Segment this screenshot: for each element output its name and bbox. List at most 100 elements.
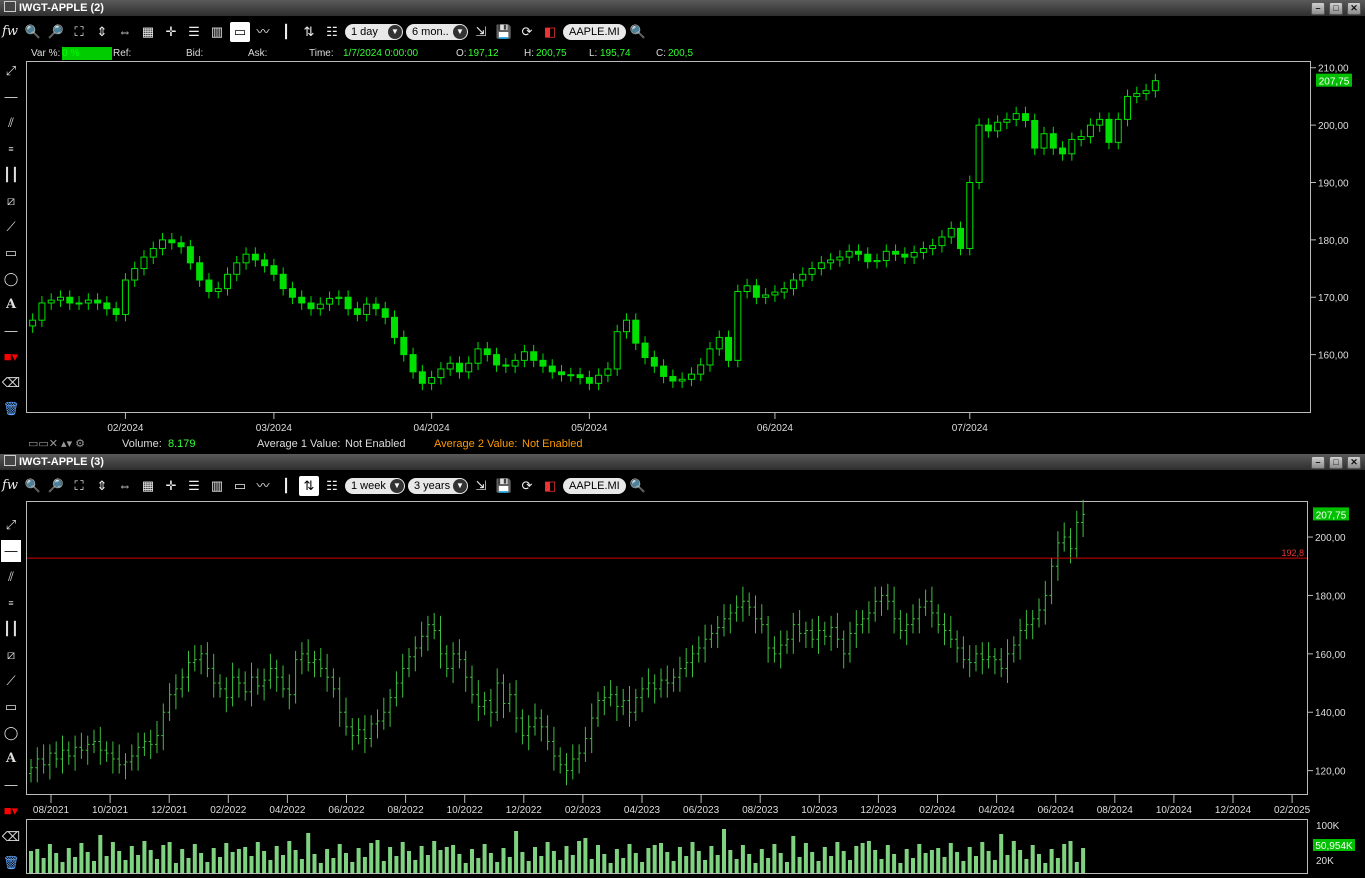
candle-body (168, 239, 176, 244)
volume-bar (766, 858, 771, 873)
volume-bar (104, 856, 109, 873)
volume-bar (1068, 841, 1073, 873)
y-tick-label: 200,00 (1318, 121, 1349, 132)
volume-bar (432, 841, 437, 873)
candle-body (1077, 136, 1085, 140)
candle-body (316, 303, 324, 310)
volume-bar (199, 853, 204, 873)
volume-bar (180, 849, 185, 873)
candle-body (734, 291, 742, 361)
last-price-label: 207,75 (1319, 77, 1350, 88)
volume-bar (482, 844, 487, 873)
volume-bar (1043, 863, 1048, 873)
candle-body (919, 247, 927, 253)
candle-body (455, 362, 463, 373)
volume-value-label: 50,954K (1315, 841, 1353, 852)
candle-body (140, 256, 148, 270)
candle-body (84, 299, 92, 304)
x-tick-label: 02/2022 (210, 805, 247, 816)
volume-bar (79, 843, 84, 873)
volume-bar (192, 844, 197, 873)
volume-bar (1074, 862, 1079, 873)
volume-bar (577, 841, 582, 873)
candle-body (261, 259, 269, 267)
y-tick-label: 160,00 (1315, 650, 1346, 661)
volume-bar (186, 858, 191, 873)
volume-bar (243, 847, 248, 873)
volume-bar (848, 860, 852, 873)
volume-bar (740, 845, 745, 873)
candle-body (149, 247, 157, 258)
x-tick-label: 04/2023 (624, 805, 661, 816)
volume-bar (999, 834, 1004, 873)
volume-bar (696, 851, 701, 873)
volume-bar (293, 850, 298, 873)
volume-bar (772, 844, 777, 873)
volume-bar (230, 852, 235, 873)
candle-body (103, 302, 111, 310)
x-tick-label: 07/2024 (952, 423, 989, 434)
candle-body (1049, 133, 1057, 149)
candle-body (418, 371, 426, 384)
volume-bar (974, 856, 978, 873)
candle-body (780, 288, 788, 293)
volume-bar (325, 849, 330, 873)
volume-bar (551, 851, 556, 873)
candle-body (372, 303, 380, 310)
volume-bar (803, 843, 808, 873)
panel-buttons-icon[interactable]: ▭▭✕ ▴▾ ⚙ (28, 437, 85, 451)
volume-tick-label: 20K (1316, 856, 1334, 867)
candle-body (428, 377, 436, 384)
volume-bar (47, 844, 52, 873)
candle-body (743, 285, 751, 293)
volume-bar (961, 861, 966, 873)
candle-body (307, 302, 315, 310)
candle-body (576, 374, 584, 379)
candle-body (1040, 133, 1048, 149)
volume-bar (866, 841, 871, 873)
candle-body (771, 291, 779, 296)
x-tick-label: 02/2025 (1274, 805, 1311, 816)
volume-bar (381, 861, 386, 873)
volume-bar (85, 852, 90, 873)
x-tick-label: 02/2023 (565, 805, 602, 816)
volume-bar (457, 854, 462, 873)
volume-bar (312, 854, 317, 873)
volume-bar (1055, 858, 1060, 873)
candle-body (186, 246, 194, 264)
volume-bar (589, 859, 594, 873)
candle-body (994, 121, 1002, 132)
candle-body (94, 299, 102, 304)
volume-bar (564, 846, 569, 873)
volume-bar (917, 844, 922, 873)
volume-bar (262, 851, 267, 873)
volume-bar (684, 856, 689, 873)
candle-body (975, 124, 983, 183)
weekly-bar-chart: 192,8 120,00 140,00 160,00 180,00 200,00 207,7… (27, 499, 1355, 873)
candle-body (530, 351, 538, 361)
volume-bar (728, 850, 733, 873)
volume-bar (835, 842, 840, 873)
y-tick-label: 170,00 (1318, 293, 1349, 304)
horizontal-level-label: 192,8 (1281, 548, 1304, 558)
candle-body (381, 308, 389, 318)
candle-body (715, 336, 723, 350)
candle-body (697, 364, 705, 375)
y-tick-label: 190,00 (1318, 178, 1349, 189)
volume-bar (356, 848, 361, 873)
volume-bar (520, 852, 525, 873)
candle-body (873, 260, 881, 263)
x-tick-label: 02/2024 (107, 423, 144, 434)
volume-bar (690, 842, 695, 873)
volume-bar (1049, 849, 1054, 873)
x-tick-label: 08/2024 (1097, 805, 1134, 816)
volume-bar (671, 861, 676, 873)
daily-candle-chart: 160,00 170,00 180,00 190,00 200,00 210,00 02/2… (29, 64, 1352, 434)
volume-bar (369, 843, 374, 873)
candle-body (1003, 118, 1011, 123)
volume-bar (236, 849, 241, 873)
volume-bar (722, 829, 726, 873)
candle-body (251, 253, 259, 261)
y-tick-label: 210,00 (1318, 64, 1349, 75)
x-tick-label: 06/2024 (1038, 805, 1075, 816)
